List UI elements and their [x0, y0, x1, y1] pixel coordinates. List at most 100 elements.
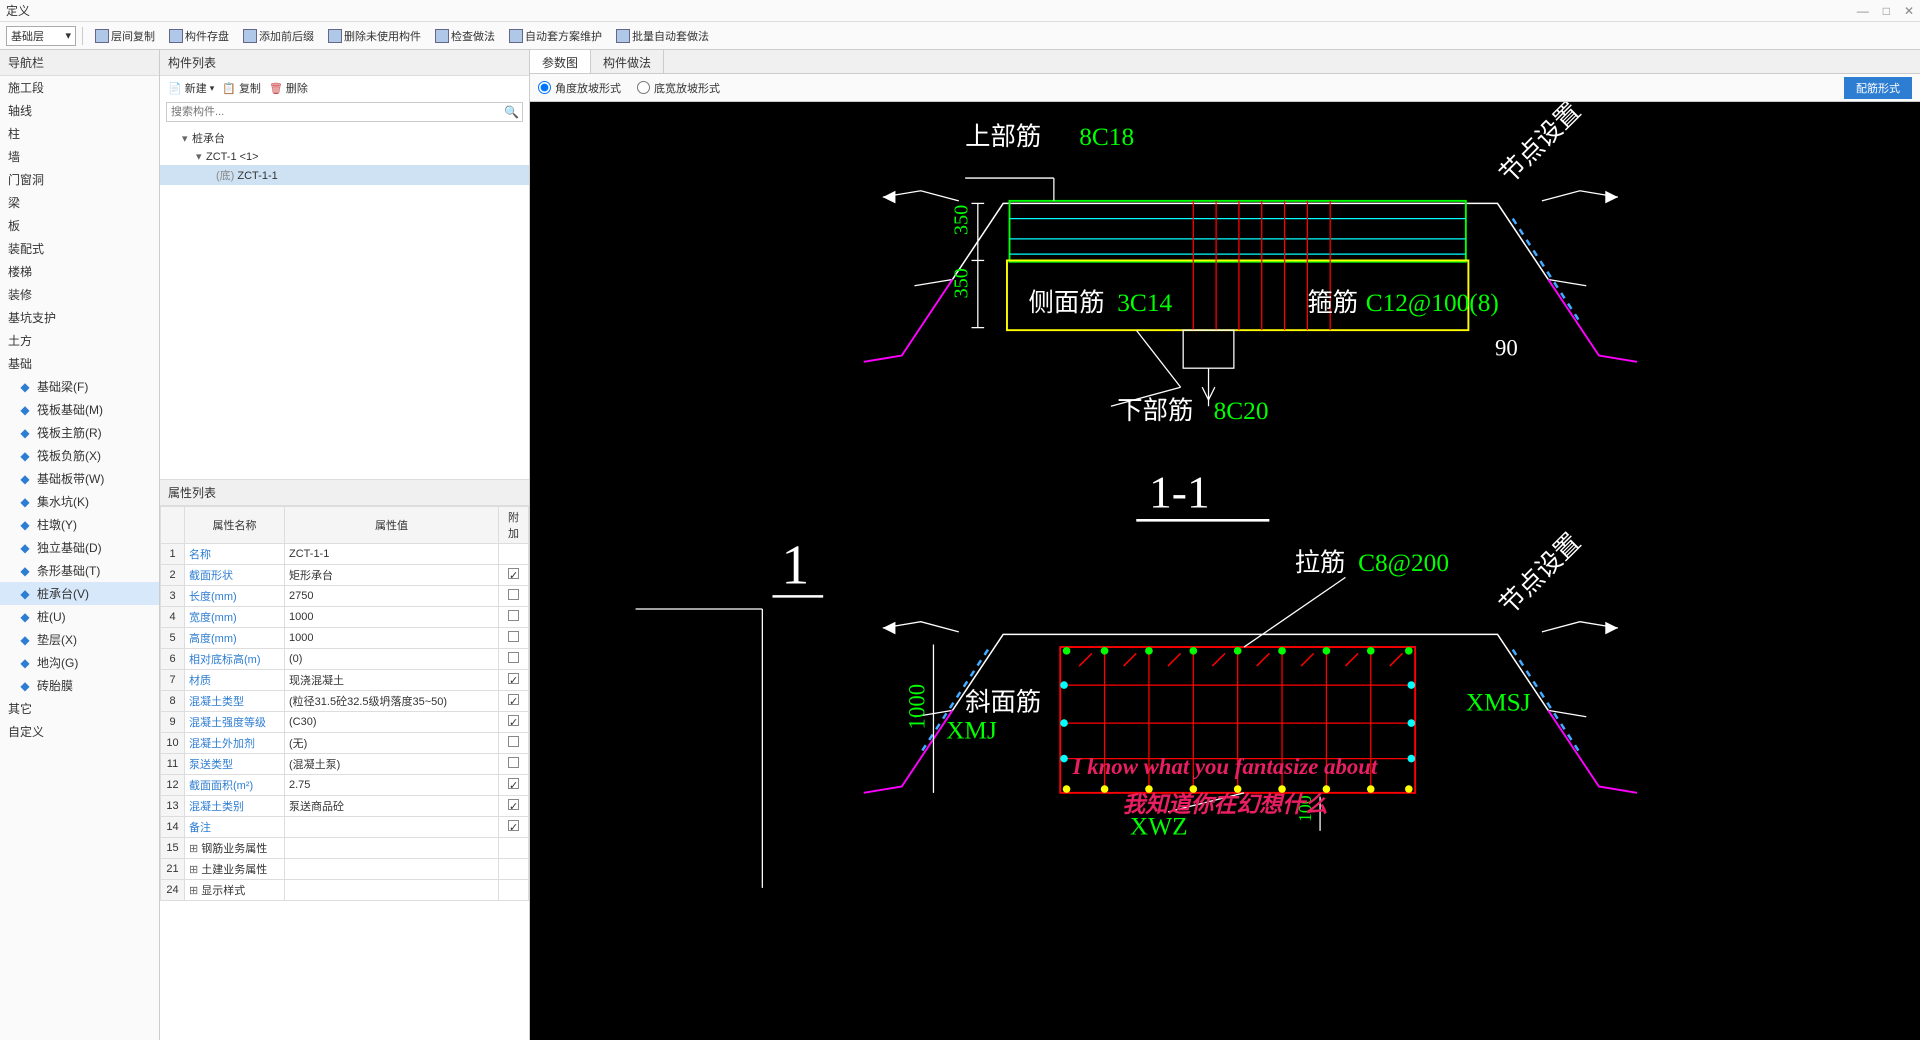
- nav-item[interactable]: 其它: [0, 697, 159, 720]
- svg-text:下部筋: 下部筋: [1117, 397, 1193, 425]
- minimize-icon[interactable]: —: [1857, 4, 1869, 18]
- property-row[interactable]: 21⊞土建业务属性: [161, 859, 529, 880]
- svg-text:箍筋: 箍筋: [1307, 289, 1358, 317]
- nav-item[interactable]: 装配式: [0, 237, 159, 260]
- nav-sub-cushion[interactable]: ◆垫层(X): [0, 628, 159, 651]
- svg-text:节点设置: 节点设置: [1495, 528, 1586, 619]
- nav-sub-trench[interactable]: ◆地沟(G): [0, 651, 159, 674]
- raft-icon: ◆: [18, 403, 32, 417]
- auto-plan-icon: [509, 29, 523, 43]
- nav-item[interactable]: 基坑支护: [0, 306, 159, 329]
- nav-sub-pile[interactable]: ◆桩(U): [0, 605, 159, 628]
- pile-icon: ◆: [18, 610, 32, 624]
- property-row[interactable]: 10混凝土外加剂(无): [161, 733, 529, 754]
- svg-text:350: 350: [951, 268, 973, 298]
- isolated-icon: ◆: [18, 541, 32, 555]
- nav-sub-brick[interactable]: ◆砖胎膜: [0, 674, 159, 697]
- nav-item[interactable]: 门窗洞: [0, 168, 159, 191]
- component-tree[interactable]: ▾桩承台 ▾ZCT-1 <1> (底) ZCT-1-1: [160, 124, 529, 479]
- property-row[interactable]: 2截面形状矩形承台✓: [161, 565, 529, 586]
- radio-width[interactable]: 底宽放坡形式: [637, 80, 720, 96]
- nav-sub-strip[interactable]: ◆基础板带(W): [0, 467, 159, 490]
- property-row[interactable]: 1名称ZCT-1-1: [161, 544, 529, 565]
- nav-panel: 导航栏 施工段轴线柱墙门窗洞梁板装配式楼梯装修基坑支护土方基础◆基础梁(F)◆筏…: [0, 50, 160, 1040]
- cushion-icon: ◆: [18, 633, 32, 647]
- close-icon[interactable]: ✕: [1904, 4, 1914, 18]
- property-table[interactable]: 属性名称 属性值 附加 1名称ZCT-1-12截面形状矩形承台✓3长度(mm)2…: [160, 506, 529, 1040]
- right-panel: 参数图构件做法 角度放坡形式 底宽放坡形式 配筋形式: [530, 50, 1920, 1040]
- new-button[interactable]: 📄新建▾: [168, 80, 214, 96]
- search-input[interactable]: [166, 102, 523, 122]
- property-row[interactable]: 14备注✓: [161, 817, 529, 838]
- svg-text:8C18: 8C18: [1079, 123, 1134, 151]
- nav-sub-beam[interactable]: ◆基础梁(F): [0, 375, 159, 398]
- nav-sub-pier[interactable]: ◆柱墩(Y): [0, 513, 159, 536]
- nav-sub-rebar-main[interactable]: ◆筏板主筋(R): [0, 421, 159, 444]
- svg-text:斜面筋: 斜面筋: [965, 688, 1041, 716]
- nav-item[interactable]: 基础: [0, 352, 159, 375]
- nav-sub-strip-found[interactable]: ◆条形基础(T): [0, 559, 159, 582]
- property-row[interactable]: 13混凝土类别泵送商品砼✓: [161, 796, 529, 817]
- nav-item[interactable]: 自定义: [0, 720, 159, 743]
- property-row[interactable]: 24⊞显示样式: [161, 880, 529, 901]
- property-row[interactable]: 6相对底标高(m)(0): [161, 649, 529, 670]
- nav-sub-raft[interactable]: ◆筏板基础(M): [0, 398, 159, 421]
- property-row[interactable]: 5高度(mm)1000: [161, 628, 529, 649]
- pile-cap-icon: ◆: [18, 587, 32, 601]
- toolbar-batch[interactable]: 批量自动套做法: [610, 26, 715, 46]
- batch-icon: [616, 29, 630, 43]
- nav-item[interactable]: 墙: [0, 145, 159, 168]
- svg-text:1-1: 1-1: [1149, 467, 1210, 518]
- tab-参数图[interactable]: 参数图: [530, 50, 591, 73]
- beam-icon: ◆: [18, 380, 32, 394]
- svg-text:C8@200: C8@200: [1358, 549, 1449, 577]
- tab-构件做法[interactable]: 构件做法: [591, 50, 664, 73]
- svg-text:90: 90: [1495, 336, 1518, 361]
- nav-header: 导航栏: [0, 50, 159, 76]
- drawing-canvas[interactable]: 350 350: [530, 102, 1920, 1040]
- rebar-main-icon: ◆: [18, 426, 32, 440]
- nav-item[interactable]: 施工段: [0, 76, 159, 99]
- search-icon[interactable]: 🔍: [504, 105, 519, 119]
- property-row[interactable]: 12截面面积(m²)2.75✓: [161, 775, 529, 796]
- nav-item[interactable]: 板: [0, 214, 159, 237]
- nav-sub-isolated[interactable]: ◆独立基础(D): [0, 536, 159, 559]
- delete-unused-icon: [328, 29, 342, 43]
- nav-item[interactable]: 柱: [0, 122, 159, 145]
- nav-sub-sump[interactable]: ◆集水坑(K): [0, 490, 159, 513]
- property-row[interactable]: 9混凝土强度等级(C30)✓: [161, 712, 529, 733]
- save-icon: [169, 29, 183, 43]
- tree-selected-node[interactable]: (底) ZCT-1-1: [160, 165, 529, 185]
- nav-item[interactable]: 轴线: [0, 99, 159, 122]
- rebar-form-button[interactable]: 配筋形式: [1844, 77, 1912, 99]
- floor-select[interactable]: 基础层▾: [6, 26, 76, 46]
- radio-angle[interactable]: 角度放坡形式: [538, 80, 621, 96]
- window-title: 定义: [6, 2, 30, 19]
- toolbar-check[interactable]: 检查做法: [429, 26, 501, 46]
- delete-button[interactable]: 🗑删除: [269, 80, 308, 96]
- nav-sub-pile-cap[interactable]: ◆桩承台(V): [0, 582, 159, 605]
- maximize-icon[interactable]: □: [1883, 4, 1890, 18]
- sump-icon: ◆: [18, 495, 32, 509]
- toolbar-suffix[interactable]: 添加前后缀: [237, 26, 320, 46]
- nav-item[interactable]: 土方: [0, 329, 159, 352]
- nav-item[interactable]: 梁: [0, 191, 159, 214]
- property-row[interactable]: 7材质现浇混凝土✓: [161, 670, 529, 691]
- svg-text:1000: 1000: [905, 684, 930, 730]
- component-header: 构件列表: [160, 50, 529, 76]
- property-row[interactable]: 11泵送类型(混凝土泵): [161, 754, 529, 775]
- svg-text:C12@100(8): C12@100(8): [1366, 289, 1499, 317]
- property-row[interactable]: 4宽度(mm)1000: [161, 607, 529, 628]
- nav-item[interactable]: 楼梯: [0, 260, 159, 283]
- toolbar-copy-layer[interactable]: 层间复制: [89, 26, 161, 46]
- property-row[interactable]: 3长度(mm)2750: [161, 586, 529, 607]
- nav-sub-rebar-neg[interactable]: ◆筏板负筋(X): [0, 444, 159, 467]
- toolbar-delete-unused[interactable]: 删除未使用构件: [322, 26, 427, 46]
- property-row[interactable]: 8混凝土类型(粒径31.5砼32.5级坍落度35~50)✓: [161, 691, 529, 712]
- nav-item[interactable]: 装修: [0, 283, 159, 306]
- property-row[interactable]: 15⊞钢筋业务属性: [161, 838, 529, 859]
- toolbar-save[interactable]: 构件存盘: [163, 26, 235, 46]
- toolbar-auto-plan[interactable]: 自动套方案维护: [503, 26, 608, 46]
- pier-icon: ◆: [18, 518, 32, 532]
- copy-button[interactable]: 📋复制: [222, 80, 261, 96]
